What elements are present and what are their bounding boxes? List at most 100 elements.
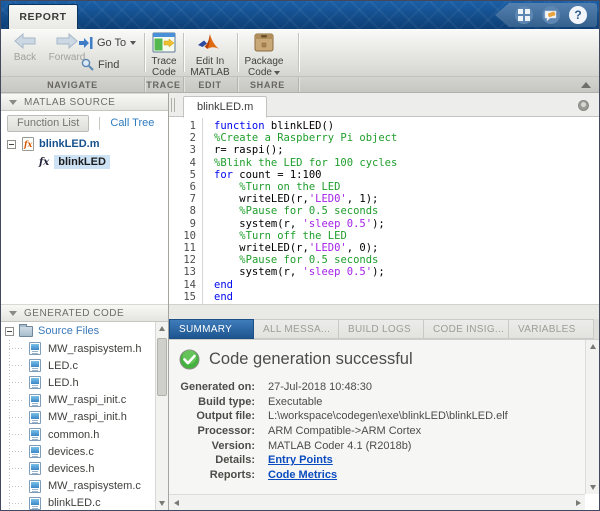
back-label: Back [14, 52, 36, 63]
matlab-icon [197, 32, 223, 53]
tree-item-function[interactable]: fx blinkLED [1, 153, 168, 171]
function-name-selected[interactable]: blinkLED [54, 155, 110, 169]
generated-code-header[interactable]: GENERATED CODE [1, 304, 168, 322]
tree-connector [9, 400, 23, 401]
summary-label: Build type: [169, 396, 255, 408]
tree-item-file[interactable]: MW_raspisystem.h [1, 340, 155, 357]
switch-divider [99, 117, 100, 130]
summary-heading: Code generation successful [169, 340, 599, 370]
source-file-icon [29, 342, 41, 355]
summary-panel: Code generation successful Generated on:… [169, 339, 599, 510]
left-panel: MATLAB SOURCE Function List Call Tree bl… [1, 93, 169, 510]
scroll-down-icon[interactable] [586, 481, 599, 494]
layout-grid-glyph [518, 9, 530, 21]
summary-horizontal-scrollbar[interactable] [169, 494, 585, 510]
tree-item-file[interactable]: MW_raspi_init.c [1, 392, 155, 409]
layout-grid-icon[interactable] [515, 6, 533, 24]
help-icon[interactable]: ? [569, 6, 587, 24]
tree-item-file[interactable]: MW_raspi_init.h [1, 409, 155, 426]
file-name: MW_raspi_init.h [48, 411, 127, 423]
tree-item-file[interactable]: LED.h [1, 374, 155, 391]
call-tree-link[interactable]: Call Tree [110, 117, 154, 129]
tree-connector [9, 417, 23, 418]
source-file-icon [29, 359, 41, 372]
code-line: end [214, 279, 397, 291]
scroll-down-icon[interactable] [156, 497, 168, 510]
group-label-navigate: NAVIGATE [1, 77, 144, 93]
goto-icon [79, 37, 93, 49]
tree-item-source-files[interactable]: Source Files [1, 322, 155, 340]
tab-report[interactable]: REPORT [8, 4, 78, 29]
package-label-line1: Package [245, 56, 284, 67]
summary-link[interactable]: Code Metrics [268, 469, 337, 481]
back-button[interactable]: Back [7, 33, 43, 63]
result-tabs: SUMMARYALL MESSA...BUILD LOGSCODE INSIG.… [169, 319, 599, 339]
ribbon-divider [298, 33, 299, 72]
tab-variables[interactable]: VARIABLES [509, 319, 594, 339]
tree-connector [9, 365, 23, 366]
tree-item-file[interactable]: blinkLED.c [1, 495, 155, 510]
group-label-edit: EDIT [183, 77, 237, 93]
source-files-label[interactable]: Source Files [38, 325, 99, 337]
tab-all-messa[interactable]: ALL MESSA... [254, 319, 339, 339]
summary-link[interactable]: Entry Points [268, 454, 333, 466]
scrollbar-thumb[interactable] [157, 338, 167, 396]
scroll-right-icon[interactable] [571, 495, 585, 510]
splitter-grip[interactable] [171, 98, 175, 112]
generated-files-scrollbar[interactable] [155, 322, 168, 510]
package-code-button[interactable]: Package Code [238, 32, 290, 78]
summary-row: Version:MATLAB Coder 4.1 (R2018b) [169, 438, 599, 453]
tab-summary[interactable]: SUMMARY [169, 319, 254, 339]
code-viewer[interactable]: 123456789101112131415 function blinkLED(… [169, 117, 599, 304]
function-list-button[interactable]: Function List [7, 115, 89, 132]
tree-item-file[interactable]: common.h [1, 426, 155, 443]
code-line: %Turn off the LED [214, 230, 397, 242]
collapse-section-icon [9, 100, 17, 105]
forward-label: Forward [49, 52, 86, 63]
pane-options-icon[interactable] [578, 100, 589, 111]
scroll-left-icon[interactable] [169, 495, 183, 510]
matlab-source-header[interactable]: MATLAB SOURCE [1, 93, 168, 111]
collapse-node-icon[interactable] [5, 327, 14, 336]
tab-code-insig[interactable]: CODE INSIG... [424, 319, 509, 339]
tree-item-file[interactable]: MW_raspisystem.c [1, 478, 155, 495]
tab-build-logs[interactable]: BUILD LOGS [339, 319, 424, 339]
group-label-share: SHARE [237, 77, 298, 93]
feedback-icon[interactable] [542, 6, 560, 24]
code-line: system(r, 'sleep 0.5'); [214, 266, 397, 278]
tree-item-file[interactable]: devices.c [1, 443, 155, 460]
goto-button[interactable]: Go To [79, 37, 136, 49]
function-tree: blinkLED.m fx blinkLED [1, 135, 168, 171]
tree-connector [9, 468, 23, 469]
summary-value: ARM Compatible->ARM Cortex [268, 425, 421, 437]
find-button[interactable]: Find [81, 58, 119, 71]
goto-label: Go To [97, 37, 126, 49]
summary-value: 27-Jul-2018 10:48:30 [268, 381, 372, 393]
collapse-node-icon[interactable] [7, 140, 16, 149]
mfile-name[interactable]: blinkLED.m [39, 138, 100, 150]
scroll-up-icon[interactable] [586, 340, 599, 353]
tree-item-file[interactable]: devices.h [1, 460, 155, 477]
file-name: devices.c [48, 446, 94, 458]
summary-vertical-scrollbar[interactable] [585, 340, 599, 494]
source-file-icon [29, 445, 41, 458]
editor-tab-blinkled[interactable]: blinkLED.m [183, 96, 267, 118]
tree-connector [9, 382, 23, 383]
scroll-up-icon[interactable] [156, 322, 168, 335]
code-line: writeLED(r,'LED0', 1); [214, 193, 397, 205]
file-name: blinkLED.c [48, 497, 101, 509]
ribbon-group-strip: NAVIGATE TRACE EDIT SHARE [1, 77, 599, 93]
edit-in-matlab-button[interactable]: Edit In MATLAB [184, 32, 236, 78]
file-name: MW_raspisystem.c [48, 480, 141, 492]
success-check-icon [179, 349, 200, 370]
report-tab-label: REPORT [19, 11, 66, 23]
code-line: %Create a Raspberry Pi object [214, 132, 397, 144]
forward-arrow-icon [56, 33, 78, 49]
source-file-icon [29, 462, 41, 475]
tree-item-mfile[interactable]: blinkLED.m [1, 135, 168, 153]
collapse-section-icon [9, 311, 17, 316]
tree-item-file[interactable]: LED.c [1, 357, 155, 374]
collapse-ribbon-icon[interactable] [581, 82, 591, 88]
editor-summary-splitter[interactable] [169, 304, 599, 319]
main-area: MATLAB SOURCE Function List Call Tree bl… [1, 93, 599, 510]
